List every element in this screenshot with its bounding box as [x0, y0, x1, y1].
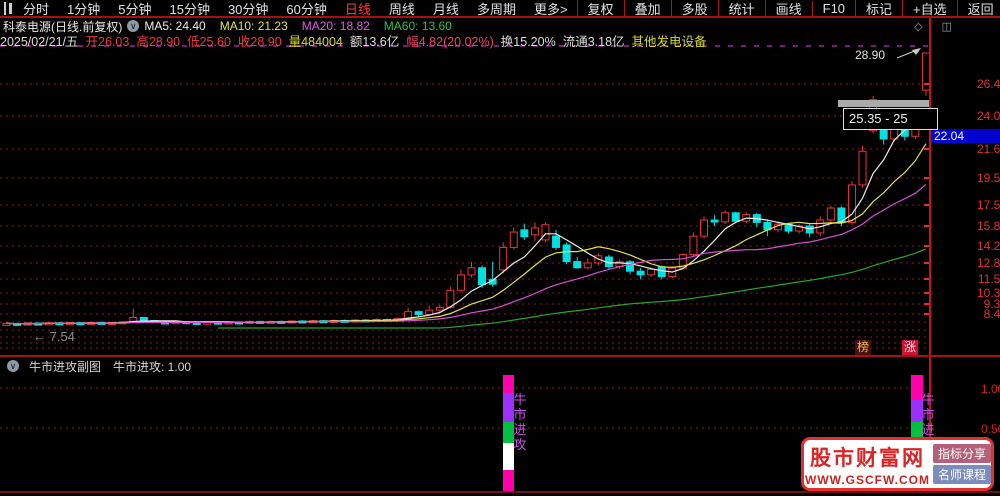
- period-toolbar: 分时 1分钟 5分钟 15分钟 30分钟 60分钟 日线 周线 月线 多周期 更多> 复权 叠加 多股统…: [0, 0, 1000, 18]
- collapse-chevron-icon[interactable]: ∨: [7, 360, 19, 372]
- button-F10[interactable]: F10: [811, 0, 855, 16]
- info-item: 低25.60: [187, 34, 231, 49]
- signal-bar-segment: [503, 375, 514, 393]
- candlestick-chart-canvas[interactable]: [0, 0, 1000, 496]
- bottom-border-line: [0, 491, 1000, 493]
- watermark-badge: 股市财富网 WWW.GSCFW.COM 指标分享名师课程: [801, 437, 994, 491]
- info-item: 换15.20%: [500, 34, 556, 49]
- high-price-annotation: 28.90: [855, 48, 886, 62]
- tab-月线[interactable]: 月线: [424, 0, 468, 18]
- tab-更多>[interactable]: 更多>: [525, 0, 577, 18]
- subpanel-value: 牛市进攻: 1.00: [113, 359, 192, 374]
- info-item: 高28.90: [136, 34, 181, 49]
- toolbar-actions: 复权 叠加 多股 统计 画线 F10 标记 +自选 返回: [576, 0, 1000, 18]
- window-pane-icon[interactable]: [4, 1, 12, 15]
- signal-vertical-text: 牛市进攻: [513, 392, 527, 452]
- button-+自选[interactable]: +自选: [902, 0, 957, 18]
- watermark-tags: 指标分享 名师课程: [932, 443, 991, 485]
- button-返回[interactable]: 返回: [956, 0, 1000, 18]
- tab-60分钟[interactable]: 60分钟: [277, 0, 335, 18]
- tab-30分钟[interactable]: 30分钟: [219, 0, 277, 18]
- info-item: 开26.03: [85, 34, 130, 49]
- info-item: 量484004: [288, 34, 343, 49]
- button-复权[interactable]: 复权: [576, 0, 624, 18]
- tab-15分钟[interactable]: 15分钟: [160, 0, 218, 18]
- chart-corner-icons[interactable]: ◇ ◫: [914, 20, 960, 33]
- trading-app-window: 分时 1分钟 5分钟 15分钟 30分钟 60分钟 日线 周线 月线 多周期 更多> 复权 叠加 多股统…: [0, 0, 1000, 496]
- button-多股[interactable]: 多股: [670, 0, 718, 18]
- button-叠加[interactable]: 叠加: [623, 0, 671, 18]
- quote-info-row: 2025/02/21/五 开26.03 高28.90 低25.60 收28.90 量484…: [0, 33, 1000, 49]
- tab-日线[interactable]: 日线: [336, 0, 380, 18]
- watermark-url: WWW.GSCFW.COM: [805, 472, 930, 487]
- subpanel-header: ∨ 牛市进攻副图 牛市进攻: 1.00: [2, 359, 192, 374]
- signal-bar-segment: [503, 470, 514, 491]
- tag-涨[interactable]: 涨: [902, 340, 918, 355]
- tab-多周期[interactable]: 多周期: [468, 0, 525, 18]
- tab-5分钟[interactable]: 5分钟: [109, 0, 160, 18]
- info-item: 流通3.18亿: [562, 34, 625, 49]
- watermark-text-block: 股市财富网 WWW.GSCFW.COM: [804, 442, 931, 487]
- button-统计[interactable]: 统计: [717, 0, 765, 18]
- period-tabs: 分时 1分钟 5分钟 15分钟 30分钟 60分钟 日线 周线 月线 多周期 更多>: [14, 0, 577, 18]
- info-item: 2025/02/21/五: [0, 34, 79, 49]
- watermark-tag: 名师课程: [932, 465, 991, 484]
- button-画线[interactable]: 画线: [764, 0, 812, 18]
- watermark-tag: 指标分享: [932, 444, 991, 463]
- info-item: 额13.6亿: [349, 34, 400, 49]
- toolbar-underline: [0, 16, 1000, 18]
- tag-榜[interactable]: 榜: [855, 340, 871, 355]
- left-price-annotation: ← 7.54: [33, 329, 75, 344]
- watermark-site-name: 股市财富网: [809, 445, 925, 470]
- tab-1分钟[interactable]: 1分钟: [58, 0, 109, 18]
- tab-分时[interactable]: 分时: [14, 0, 58, 18]
- tab-周线[interactable]: 周线: [380, 0, 424, 18]
- info-item: 幅4.82(20.02%): [406, 34, 494, 49]
- price-range-tooltip: 25.35 - 25: [843, 108, 938, 130]
- info-item: 收28.90: [237, 34, 282, 49]
- subpanel-title: 牛市进攻副图: [29, 359, 102, 374]
- button-标记[interactable]: 标记: [855, 0, 902, 18]
- info-item: 其他发电设备: [631, 34, 707, 49]
